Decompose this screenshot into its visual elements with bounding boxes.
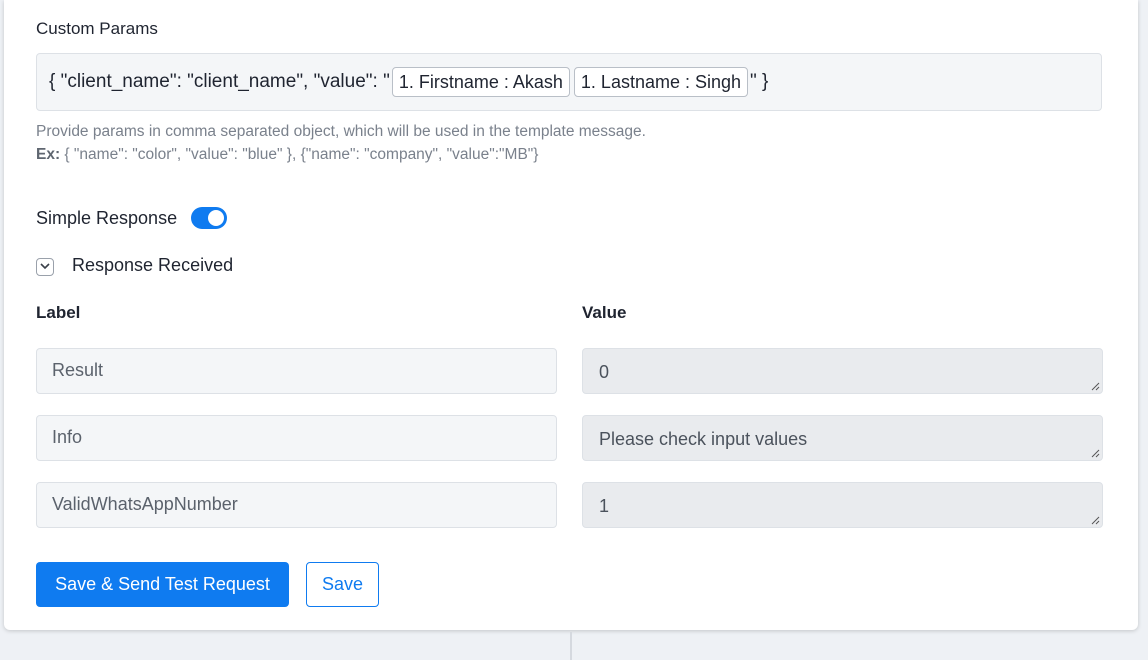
simple-response-toggle[interactable] <box>191 207 228 229</box>
label-column-header: Label <box>36 303 81 322</box>
lastname-token[interactable]: 1. Lastname : Singh <box>573 67 749 97</box>
firstname-token[interactable]: 1. Firstname : Akash <box>391 67 570 97</box>
example-text: { "name": "color", "value": "blue" }, {"… <box>60 146 539 163</box>
value-field-validwhatsappnumber[interactable]: 1 <box>582 482 1103 528</box>
value-field-info[interactable]: Please check input values <box>582 415 1103 461</box>
chevron-down-icon[interactable] <box>36 257 54 276</box>
save-button[interactable]: Save <box>306 562 379 607</box>
simple-response-row: Simple Response <box>36 207 228 229</box>
params-hint: Provide params in comma separated object… <box>36 120 646 166</box>
label-field-info[interactable]: Info <box>36 415 557 461</box>
resize-grip-icon[interactable] <box>1090 448 1100 458</box>
save-and-send-test-request-button[interactable]: Save & Send Test Request <box>36 562 289 607</box>
column-divider <box>570 632 572 660</box>
params-suffix: " } <box>750 71 769 92</box>
response-panel: Custom Params { "client_name": "client_n… <box>4 0 1138 630</box>
toggle-knob <box>208 210 225 226</box>
value-column-header: Value <box>582 303 627 322</box>
value-text: 1 <box>599 496 610 516</box>
params-hint-text: Provide params in comma separated object… <box>36 123 646 140</box>
custom-params-input[interactable]: { "client_name": "client_name", "value":… <box>36 53 1102 111</box>
params-prefix: { "client_name": "client_name", "value":… <box>49 71 390 92</box>
resize-grip-icon[interactable] <box>1090 381 1100 391</box>
label-field-validwhatsappnumber[interactable]: ValidWhatsAppNumber <box>36 482 557 528</box>
custom-params-label: Custom Params <box>36 19 158 38</box>
label-field-result[interactable]: Result <box>36 348 557 394</box>
params-example: Ex: { "name": "color", "value": "blue" }… <box>36 143 646 166</box>
example-label: Ex: <box>36 146 61 163</box>
resize-grip-icon[interactable] <box>1090 515 1100 525</box>
value-field-result[interactable]: 0 <box>582 348 1103 394</box>
value-text: Please check input values <box>599 429 808 449</box>
response-received-label: Response Received <box>72 255 234 275</box>
simple-response-label: Simple Response <box>36 207 178 228</box>
value-text: 0 <box>599 362 610 382</box>
response-received-row[interactable]: Response Received <box>36 255 233 276</box>
